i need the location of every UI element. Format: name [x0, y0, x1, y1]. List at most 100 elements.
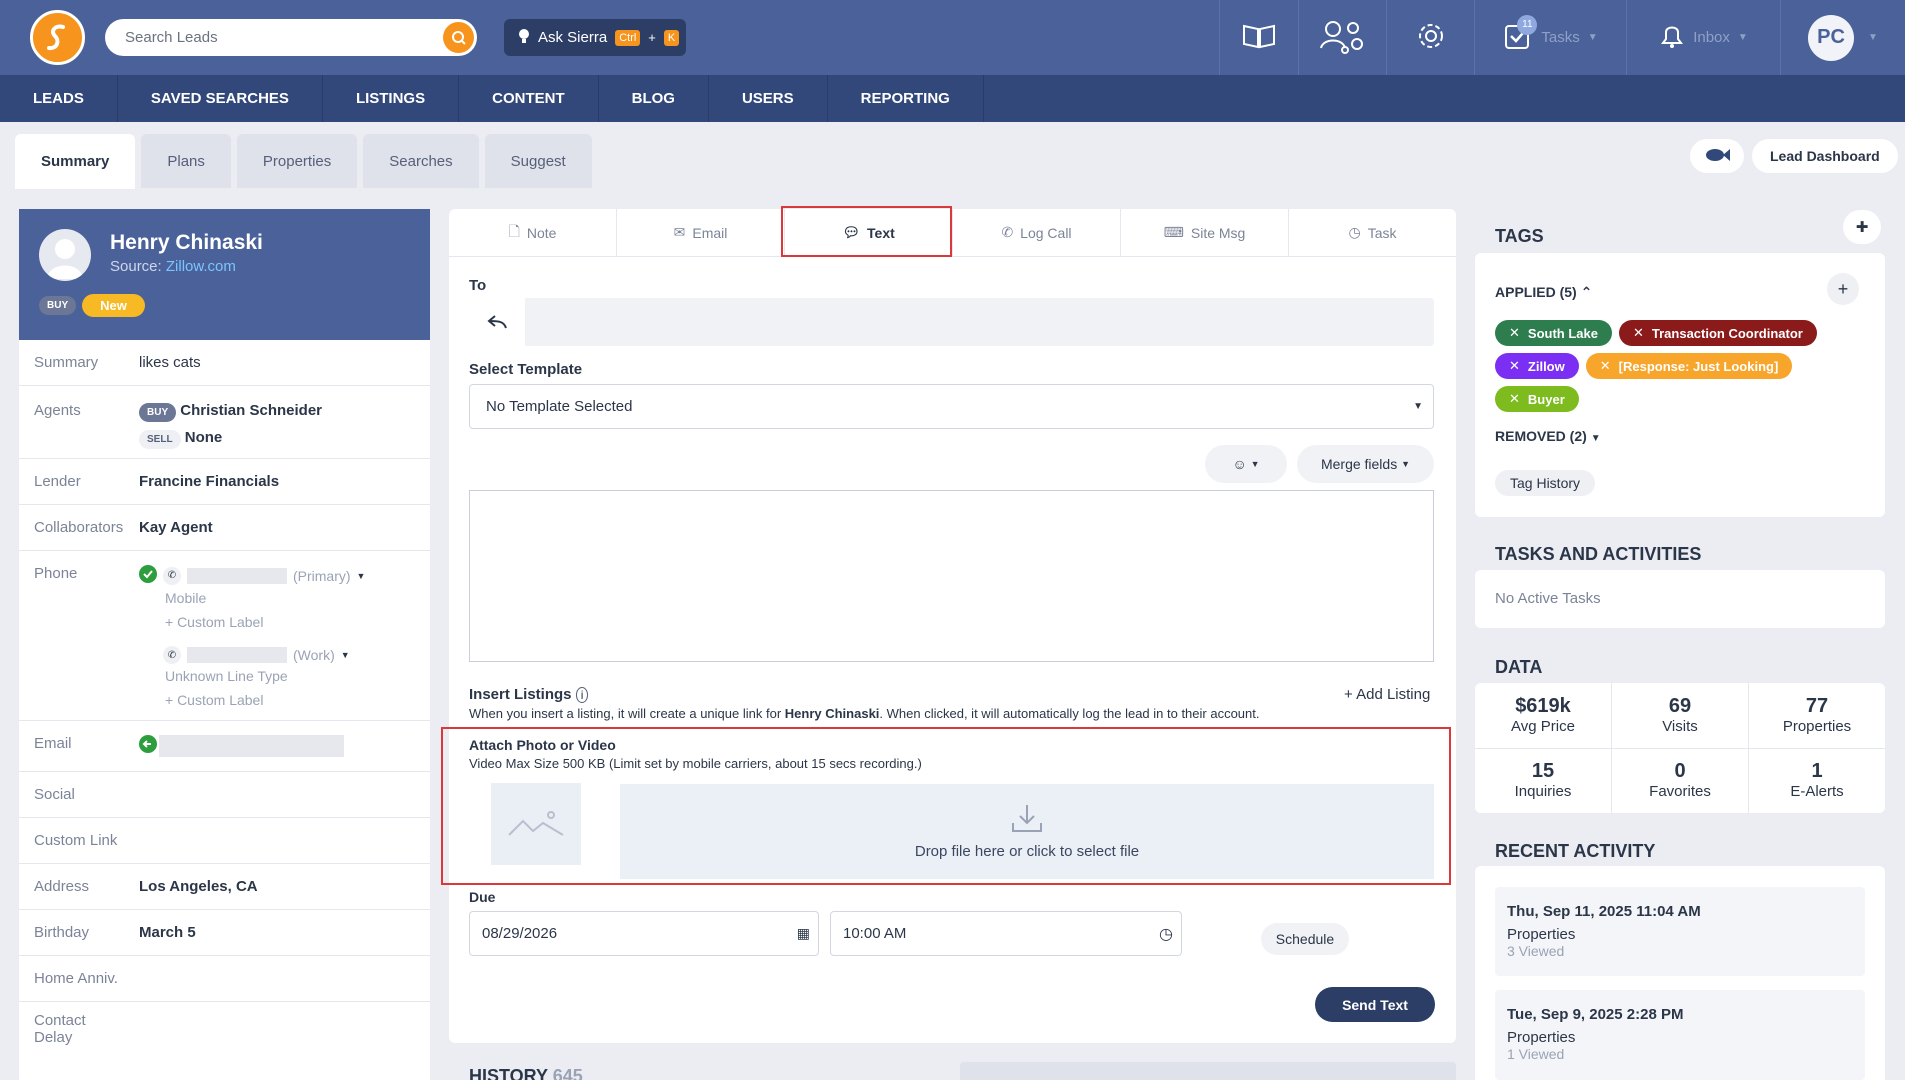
- lead-header: Henry Chinaski Source: Zillow.com BUY Ne…: [19, 209, 430, 340]
- stat-favorites[interactable]: 0 Favorites: [1612, 748, 1748, 812]
- add-listing-link[interactable]: + Add Listing: [1344, 686, 1430, 703]
- tag-buyer[interactable]: ✕ Buyer: [1495, 386, 1579, 412]
- nav-reporting[interactable]: REPORTING: [828, 75, 984, 122]
- nav-listings[interactable]: LISTINGS: [323, 75, 460, 122]
- tab-summary[interactable]: Summary: [15, 134, 136, 189]
- to-field[interactable]: [469, 298, 1434, 346]
- tab-suggest[interactable]: Suggest: [484, 134, 592, 188]
- phone-icon[interactable]: ✆: [163, 566, 181, 585]
- tab-email[interactable]: ✉ Email: [617, 209, 785, 256]
- due-time-input[interactable]: 10:00 AM ◷: [830, 911, 1182, 956]
- custom-label-link[interactable]: + Custom Label: [165, 692, 365, 708]
- template-select[interactable]: No Template Selected ▼: [469, 384, 1434, 429]
- stat-value: 15: [1531, 760, 1555, 782]
- tag-history-button[interactable]: Tag History: [1495, 470, 1596, 496]
- lead-source-link[interactable]: Zillow.com: [166, 258, 236, 275]
- lead-dashboard-button[interactable]: Lead Dashboard: [1752, 139, 1898, 173]
- note-icon: 🗋: [508, 222, 520, 239]
- envelope-icon: ✉: [673, 224, 686, 240]
- tab-properties[interactable]: Properties: [236, 134, 358, 188]
- send-text-button[interactable]: Send Text: [1315, 987, 1435, 1022]
- tab-log-call[interactable]: ✆ Log Call: [953, 209, 1121, 256]
- activity-item[interactable]: Thu, Sep 11, 2025 11:04 AM Properties 3 …: [1495, 887, 1865, 976]
- reply-arrow-icon[interactable]: [469, 298, 525, 346]
- clock-icon[interactable]: ◷: [1159, 924, 1173, 944]
- inbox-menu[interactable]: Inbox ▼: [1626, 0, 1780, 75]
- birthday-value[interactable]: March 5: [139, 924, 196, 941]
- nav-saved-searches[interactable]: SAVED SEARCHES: [118, 75, 323, 122]
- address-key: Address: [34, 878, 90, 895]
- status-badge[interactable]: New: [82, 294, 145, 317]
- search-icon[interactable]: [443, 22, 474, 53]
- stat-e-alerts[interactable]: 1 E-Alerts: [1749, 748, 1885, 812]
- stat-visits[interactable]: 69 Visits: [1612, 683, 1748, 747]
- tag-transaction-coordinator[interactable]: ✕ Transaction Coordinator: [1618, 320, 1817, 346]
- buy-badge: BUY: [39, 296, 77, 315]
- ask-sierra-button[interactable]: Ask Sierra Ctrl + K: [504, 19, 686, 56]
- lender-value[interactable]: Francine Financials: [139, 473, 279, 490]
- remove-tag-icon[interactable]: ✕: [1509, 325, 1520, 341]
- add-tag-top-button[interactable]: ✚: [1843, 210, 1881, 244]
- buy-agent-name[interactable]: Christian Schneider: [180, 402, 322, 419]
- info-icon[interactable]: i: [575, 687, 589, 703]
- chevron-down-icon[interactable]: ▼: [341, 650, 350, 660]
- profile-menu[interactable]: PC ▼: [1780, 0, 1905, 75]
- message-textarea[interactable]: [469, 490, 1434, 662]
- email-redacted: [159, 735, 344, 757]
- add-tag-button[interactable]: +: [1827, 273, 1859, 305]
- tab-searches[interactable]: Searches: [363, 134, 479, 188]
- tab-note[interactable]: 🗋 Note: [449, 209, 617, 256]
- stat-label: Favorites: [1649, 783, 1711, 800]
- tab-plans[interactable]: Plans: [141, 134, 231, 188]
- tab-task[interactable]: ◷ Task: [1289, 209, 1456, 256]
- remove-tag-icon[interactable]: ✕: [1509, 391, 1520, 407]
- remove-tag-icon[interactable]: ✕: [1633, 325, 1644, 341]
- tasks-label: Tasks: [1541, 29, 1580, 46]
- tag-label: Zillow: [1527, 358, 1565, 374]
- nav-users[interactable]: USERS: [709, 75, 828, 122]
- fish-button[interactable]: [1690, 139, 1744, 173]
- emoji-button[interactable]: ☺ ▼: [1205, 445, 1287, 483]
- custom-label-link[interactable]: + Custom Label: [165, 614, 365, 630]
- address-value[interactable]: Los Angeles, CA: [139, 878, 258, 895]
- activity-item[interactable]: Tue, Sep 9, 2025 2:28 PM Properties 1 Vi…: [1495, 990, 1865, 1080]
- resources-button[interactable]: [1219, 0, 1298, 75]
- stat-avg-price[interactable]: $619k Avg Price: [1475, 683, 1611, 747]
- collaborators-value[interactable]: Kay Agent: [139, 519, 213, 536]
- removed-tags-toggle[interactable]: REMOVED (2) ▼: [1495, 428, 1601, 444]
- tag-zillow[interactable]: ✕ Zillow: [1495, 353, 1579, 379]
- nav-leads[interactable]: LEADS: [0, 75, 118, 122]
- chevron-down-icon: ▼: [1413, 401, 1423, 412]
- stat-properties[interactable]: 77 Properties: [1749, 683, 1885, 747]
- applied-tags-toggle[interactable]: APPLIED (5) ⌃: [1495, 284, 1592, 301]
- merge-fields-button[interactable]: Merge fields ▼: [1297, 445, 1434, 483]
- remove-tag-icon[interactable]: ✕: [1600, 358, 1611, 374]
- history-filter-bar[interactable]: [960, 1062, 1456, 1080]
- tag-south-lake[interactable]: ✕ South Lake: [1495, 320, 1612, 346]
- sierra-logo-icon[interactable]: [30, 10, 85, 65]
- calendar-icon[interactable]: ▦: [797, 925, 810, 942]
- compose-tabs: 🗋 Note ✉ Email 💬︎ Text ✆ Log Call ⌨ Site Msg …: [449, 209, 1456, 257]
- phone-icon[interactable]: ✆: [163, 646, 181, 664]
- sell-agent-name[interactable]: None: [185, 429, 223, 446]
- data-title: DATA: [1495, 657, 1543, 677]
- search-leads-input[interactable]: Search Leads: [105, 19, 477, 56]
- lead-name: Henry Chinaski: [110, 231, 263, 254]
- summary-value[interactable]: likes cats: [139, 354, 201, 371]
- top-bar: Search Leads Ask Sierra Ctrl + K 11 Task…: [0, 0, 1905, 75]
- tag-response-just-looking[interactable]: ✕ [Response: Just Looking]: [1585, 353, 1793, 379]
- history-title: HISTORY 645: [469, 1066, 583, 1080]
- remove-tag-icon[interactable]: ✕: [1509, 358, 1520, 374]
- team-button[interactable]: [1298, 0, 1386, 75]
- settings-button[interactable]: [1386, 0, 1474, 75]
- nav-blog[interactable]: BLOG: [599, 75, 709, 122]
- due-date-input[interactable]: 08/29/2026 ▦: [469, 911, 819, 956]
- nav-content[interactable]: CONTENT: [459, 75, 599, 122]
- schedule-button[interactable]: Schedule: [1261, 923, 1349, 955]
- tasks-menu[interactable]: 11 Tasks ▼: [1474, 0, 1626, 75]
- applied-tags-list: ✕ South Lake ✕ Transaction Coordinator ✕ Zi…: [1495, 320, 1875, 412]
- tab-site-msg[interactable]: ⌨ Site Msg: [1121, 209, 1289, 256]
- stat-inquiries[interactable]: 15 Inquiries: [1475, 748, 1611, 812]
- chevron-down-icon[interactable]: ▼: [357, 571, 366, 581]
- tab-note-label: Note: [526, 224, 557, 241]
